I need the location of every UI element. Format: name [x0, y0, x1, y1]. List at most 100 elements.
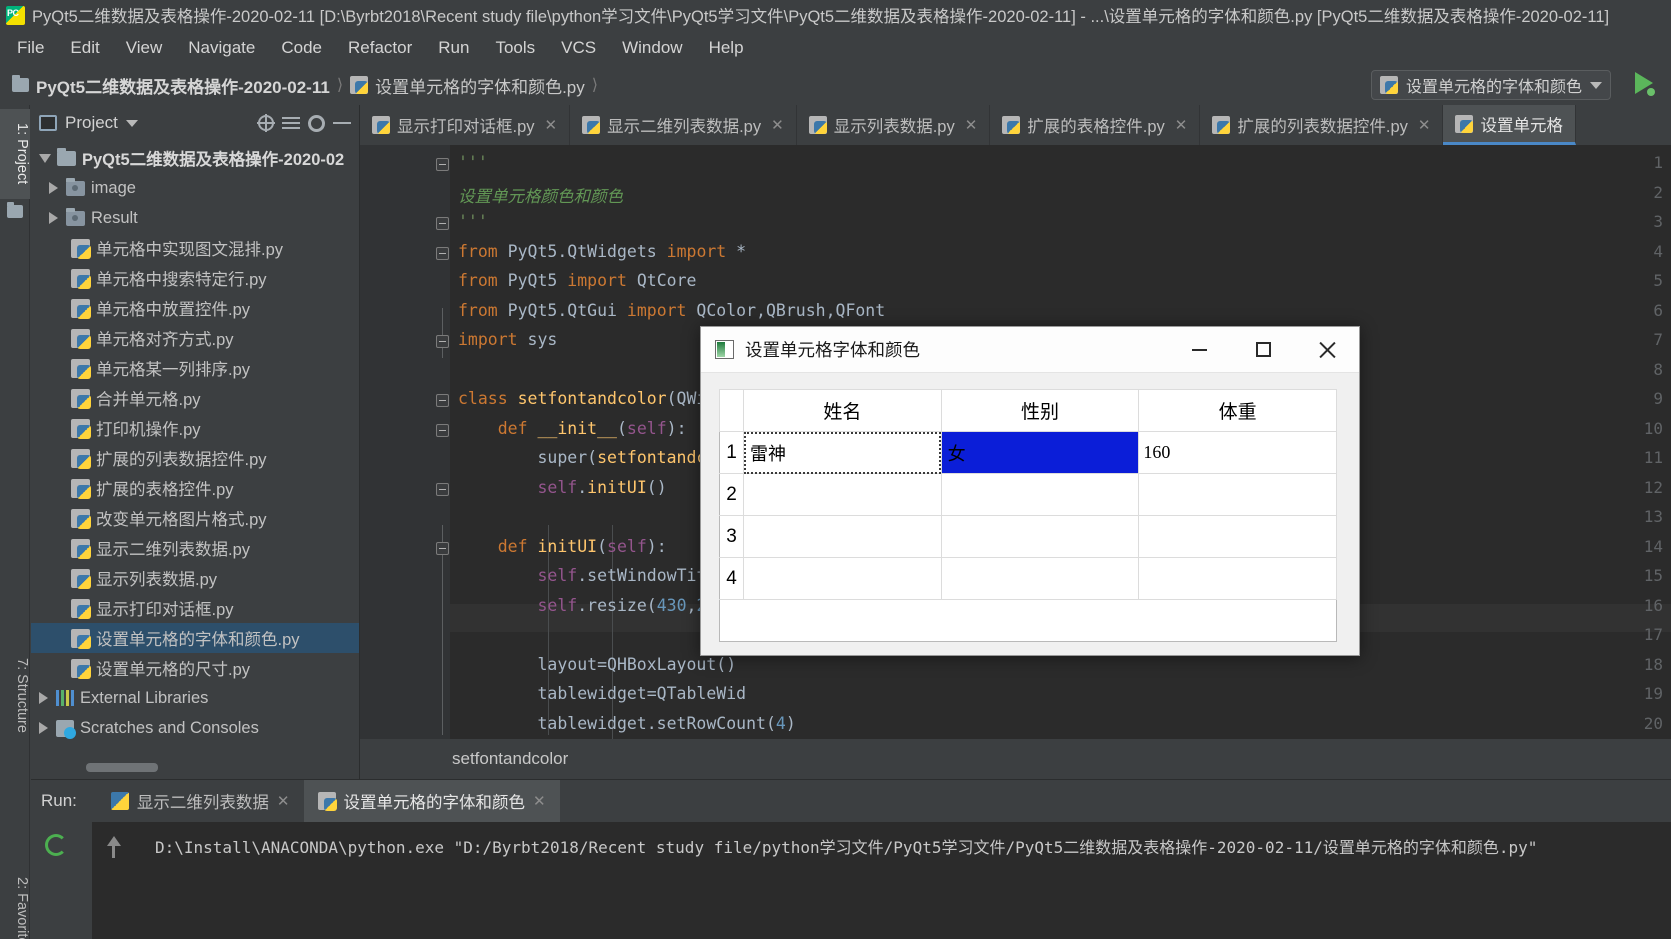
- menu-item-view[interactable]: View: [115, 34, 174, 62]
- cell-weight-4[interactable]: [1138, 557, 1337, 600]
- editor-tab[interactable]: 扩展的列表数据控件.py ✕: [1200, 105, 1444, 145]
- tree-item[interactable]: 设置单元格的尺寸.py: [31, 653, 359, 683]
- menu-item-edit[interactable]: Edit: [59, 34, 110, 62]
- code-line[interactable]: ''': [458, 212, 488, 231]
- run-tab[interactable]: 设置单元格的字体和颜色 ✕: [303, 780, 560, 822]
- tree-item[interactable]: PyQt5二维数据及表格操作-2020-02: [31, 143, 359, 173]
- tree-item[interactable]: 单元格中放置控件.py: [31, 293, 359, 323]
- code-line[interactable]: 设置单元格颜色和颜色: [458, 183, 623, 207]
- cell-gender-2[interactable]: [940, 473, 1140, 516]
- run-configuration-selector[interactable]: 设置单元格的字体和颜色: [1370, 70, 1611, 100]
- folder-rail-icon[interactable]: [7, 202, 23, 218]
- row-header-4[interactable]: 4: [719, 557, 744, 600]
- code-line[interactable]: import sys: [458, 330, 557, 349]
- close-icon[interactable]: ✕: [277, 792, 290, 810]
- column-header-gender[interactable]: 性别: [940, 389, 1140, 432]
- tree-item[interactable]: 显示打印对话框.py: [31, 593, 359, 623]
- table-row[interactable]: 4: [719, 557, 1337, 600]
- table-corner-cell[interactable]: [719, 389, 744, 432]
- editor-tab[interactable]: 显示二维列表数据.py ✕: [570, 105, 797, 145]
- tree-item[interactable]: 扩展的列表数据控件.py: [31, 443, 359, 473]
- dialog-maximize-button[interactable]: [1231, 327, 1295, 373]
- menu-item-window[interactable]: Window: [611, 34, 693, 62]
- dialog-minimize-button[interactable]: [1167, 327, 1231, 373]
- cell-weight-2[interactable]: [1138, 473, 1337, 516]
- tree-item[interactable]: 打印机操作.py: [31, 413, 359, 443]
- menu-item-run[interactable]: Run: [427, 34, 480, 62]
- cell-name-1[interactable]: 雷神: [743, 431, 942, 474]
- cell-weight-3[interactable]: [1138, 515, 1337, 558]
- table-row[interactable]: 2: [719, 473, 1337, 516]
- tree-item[interactable]: 单元格中搜索特定行.py: [31, 263, 359, 293]
- rerun-icon[interactable]: [45, 834, 67, 856]
- code-fold-icon[interactable]: [436, 246, 449, 260]
- cell-weight-1[interactable]: 160: [1138, 431, 1337, 474]
- column-header-name[interactable]: 姓名: [743, 389, 942, 432]
- column-header-weight[interactable]: 体重: [1138, 389, 1337, 432]
- row-header-1[interactable]: 1: [719, 431, 744, 474]
- table-row[interactable]: 3: [719, 515, 1337, 558]
- chevron-right-icon[interactable]: [39, 722, 50, 734]
- tree-item[interactable]: 单元格某一列排序.py: [31, 353, 359, 383]
- scroll-up-icon[interactable]: [107, 836, 121, 846]
- code-fold-icon[interactable]: [436, 394, 449, 407]
- close-icon[interactable]: ✕: [1175, 116, 1188, 134]
- breadcrumb-file[interactable]: 设置单元格的字体和颜色.py: [350, 73, 585, 98]
- project-horizontal-scrollbar[interactable]: [86, 763, 158, 772]
- tree-item[interactable]: 设置单元格的字体和颜色.py: [31, 623, 359, 653]
- pyqt-dialog-window[interactable]: 设置单元格字体和颜色 姓名 性别 体重 1 雷神 女 160 2 3 4: [700, 326, 1360, 656]
- run-console[interactable]: D:\Install\ANACONDA\python.exe "D:/Byrbt…: [31, 822, 1671, 939]
- collapse-all-icon[interactable]: [282, 115, 300, 131]
- close-icon[interactable]: ✕: [965, 116, 978, 134]
- tree-item[interactable]: Scratches and Consoles: [31, 713, 359, 743]
- code-line[interactable]: def __init__(self):: [458, 419, 687, 438]
- menu-item-refactor[interactable]: Refactor: [337, 34, 423, 62]
- editor-tab[interactable]: 设置单元格: [1443, 105, 1576, 145]
- tree-item[interactable]: 显示列表数据.py: [31, 563, 359, 593]
- close-icon[interactable]: ✕: [533, 792, 546, 810]
- code-line[interactable]: ''': [458, 153, 488, 172]
- cell-name-4[interactable]: [743, 557, 942, 600]
- table-row[interactable]: 1 雷神 女 160: [719, 431, 1337, 474]
- cell-gender-1[interactable]: 女: [940, 431, 1140, 474]
- editor-tab[interactable]: 显示打印对话框.py ✕: [360, 105, 571, 145]
- menu-item-tools[interactable]: Tools: [484, 34, 546, 62]
- close-icon[interactable]: ✕: [545, 116, 558, 134]
- menu-item-vcs[interactable]: VCS: [550, 34, 607, 62]
- hide-panel-icon[interactable]: [333, 122, 351, 124]
- code-line[interactable]: self.resize(430,230): [458, 596, 736, 615]
- editor-tab[interactable]: 扩展的表格控件.py ✕: [990, 105, 1201, 145]
- sidebar-item-structure[interactable]: 7: Structure: [0, 635, 30, 755]
- dialog-close-button[interactable]: [1295, 327, 1359, 373]
- sidebar-item-favorites[interactable]: 2: Favorites: [0, 860, 30, 939]
- chevron-right-icon[interactable]: [49, 212, 60, 224]
- breadcrumb-project[interactable]: PyQt5二维数据及表格操作-2020-02-11: [12, 73, 330, 98]
- sidebar-item-project[interactable]: 1: Project: [0, 109, 30, 199]
- tree-item[interactable]: Result: [31, 203, 359, 233]
- code-fold-icon[interactable]: [436, 217, 449, 230]
- close-icon[interactable]: ✕: [1418, 116, 1431, 134]
- project-chevron-down-icon[interactable]: [125, 119, 138, 127]
- menu-item-code[interactable]: Code: [270, 34, 333, 62]
- code-line[interactable]: tablewidget=QTableWid: [458, 684, 746, 703]
- code-line[interactable]: self.initUI(): [458, 478, 666, 497]
- run-tab[interactable]: 显示二维列表数据 ✕: [97, 780, 304, 822]
- cell-name-2[interactable]: [743, 473, 942, 516]
- chevron-right-icon[interactable]: [39, 692, 50, 704]
- menu-item-help[interactable]: Help: [698, 34, 755, 62]
- code-line[interactable]: def initUI(self):: [458, 537, 667, 556]
- code-fold-icon[interactable]: [436, 335, 449, 348]
- tree-item[interactable]: 扩展的表格控件.py: [31, 473, 359, 503]
- chevron-right-icon[interactable]: [49, 182, 60, 194]
- code-fold-icon[interactable]: [436, 423, 449, 437]
- cell-gender-3[interactable]: [940, 515, 1140, 558]
- code-line[interactable]: tablewidget.setRowCount(4): [458, 714, 795, 733]
- editor-tab[interactable]: 显示列表数据.py ✕: [797, 105, 991, 145]
- gear-icon[interactable]: [308, 114, 325, 132]
- tree-item[interactable]: image: [31, 173, 359, 203]
- tree-item[interactable]: 合并单元格.py: [31, 383, 359, 413]
- close-icon[interactable]: ✕: [771, 116, 784, 134]
- cell-gender-4[interactable]: [940, 557, 1140, 600]
- code-line[interactable]: from PyQt5.QtGui import QColor,QBrush,QF…: [458, 301, 885, 320]
- row-header-2[interactable]: 2: [719, 473, 744, 516]
